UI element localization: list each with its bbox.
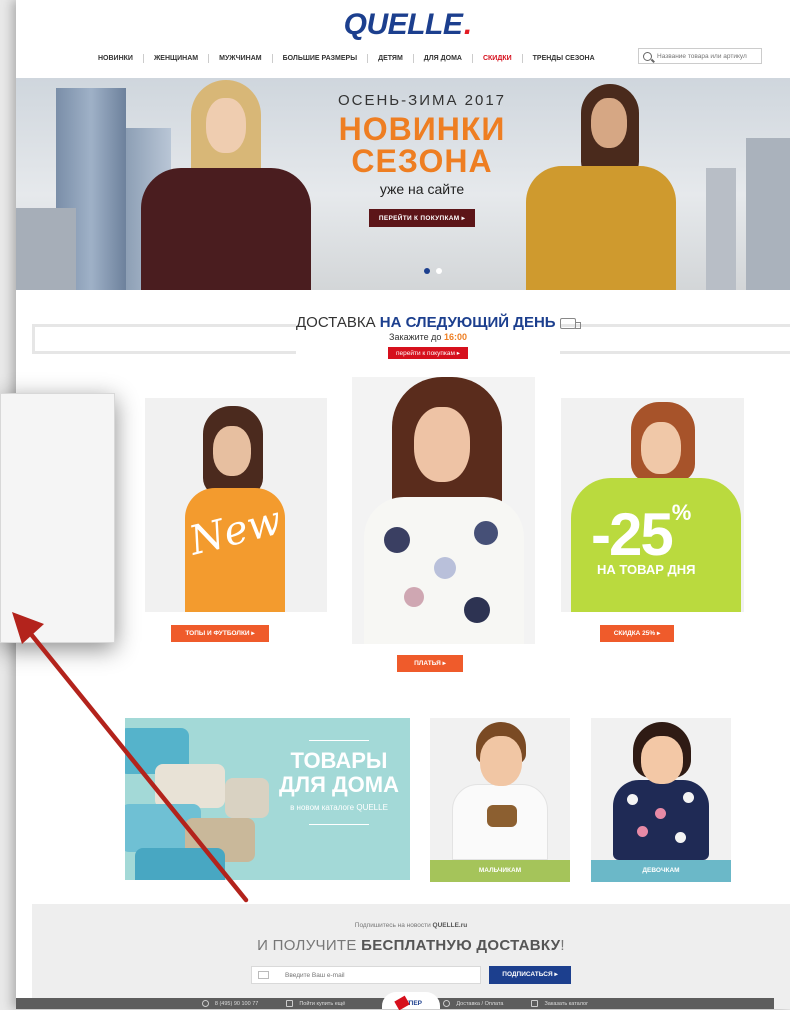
sale-percentage: -25% [591,500,691,568]
skyline-tower [746,138,790,290]
hero-kicker: ОСЕНЬ-ЗИМА 2017 [337,92,507,109]
subscribe-button[interactable]: ПОДПИСАТЬСЯ ▸ [489,966,571,984]
bottom-order-link[interactable]: Пойти купить ещё [272,1000,359,1007]
sale-button[interactable]: СКИДКА 25% ▸ [600,625,674,642]
hero-subtitle: уже на сайте [379,181,465,197]
nav-item-sale[interactable]: СКИДКИ [473,53,523,63]
nav-item-new[interactable]: НОВИНКИ [88,53,144,63]
main-nav: НОВИНКИ ЖЕНЩИНАМ МУЖЧИНАМ БОЛЬШИЕ РАЗМЕР… [88,50,605,66]
sale-tile[interactable]: -25% НА ТОВАР ДНЯ [561,398,744,612]
skyline-tower [16,208,76,290]
globe-icon [443,1000,451,1007]
nav-item-plus-sizes[interactable]: БОЛЬШИЕ РАЗМЕРЫ [273,53,369,63]
home-goods-tile[interactable]: ТОВАРЫ ДЛЯ ДОМА в новом каталоге QUELLE [125,718,410,880]
bottom-delivery-link[interactable]: Доставка / Оплата [429,1000,517,1007]
dresses-button[interactable]: ПЛАТЬЯ ▸ [397,655,463,672]
bottom-phone[interactable]: 8 (495) 90 100 77 [188,1000,272,1007]
mail-icon [258,971,269,979]
hero-text: ОСЕНЬ-ЗИМА 2017 НОВИНКИ СЕЗОНА уже на са… [322,92,522,227]
quelle-homepage: QUELLE. НОВИНКИ ЖЕНЩИНАМ МУЖЧИНАМ БОЛЬШИ… [16,0,790,1009]
boys-label[interactable]: МАЛЬЧИКАМ [430,860,570,882]
hero-banner[interactable]: ОСЕНЬ-ЗИМА 2017 НОВИНКИ СЕЗОНА уже на са… [16,78,790,290]
email-field[interactable] [251,966,481,984]
hero-model-right [516,78,686,290]
popup-panel[interactable] [0,393,115,643]
delivery-title: ДОСТАВКА НА СЛЕДУЮЩИЙ ДЕНЬ [296,314,581,331]
newsletter-kicker: Подпишитесь на новости QUELLE.ru [354,922,468,929]
hero-model-left [136,78,316,290]
super-price-badge[interactable]: СУПЕР [382,992,440,1010]
home-goods-text: ТОВАРЫ ДЛЯ ДОМА в новом каталоге QUELLE [269,740,409,825]
search-icon[interactable] [643,51,652,61]
home-goods-title: ТОВАРЫ ДЛЯ ДОМА [278,748,400,797]
phone-icon [201,1000,209,1007]
truck-icon [559,317,581,329]
email-input[interactable] [285,971,465,979]
nav-item-kids[interactable]: ДЕТЯМ [368,53,414,63]
delivery-deadline: Закажите до 16:00 [389,332,467,342]
skyline-tower [706,168,736,290]
tops-tile[interactable]: New [145,398,327,612]
hero-slider-dots [424,268,442,274]
delivery-shop-button[interactable]: перейти к покупкам ▸ [387,347,469,359]
slider-dot[interactable] [424,268,430,274]
nav-item-men[interactable]: МУЖЧИНАМ [209,53,273,63]
sale-caption: НА ТОВАР ДНЯ [597,562,696,577]
newsletter-title: И ПОЛУЧИТЕ БЕСПЛАТНУЮ ДОСТАВКУ! [257,937,565,954]
dresses-tile[interactable] [352,377,535,644]
nav-item-home[interactable]: ДЛЯ ДОМА [414,53,473,63]
newsletter-form: ПОДПИСАТЬСЯ ▸ [32,966,790,984]
hero-title: НОВИНКИ СЕЗОНА [338,111,506,179]
search-box[interactable] [638,48,762,64]
delivery-banner: ДОСТАВКА НА СЛЕДУЮЩИЙ ДЕНЬ Закажите до 1… [296,304,581,366]
girls-tile[interactable]: ДЕВОЧКАМ [591,718,731,882]
nav-item-women[interactable]: ЖЕНЩИНАМ [144,53,210,63]
catalog-icon [531,1000,539,1007]
nav-item-trends[interactable]: ТРЕНДЫ СЕЗОНА [523,54,605,63]
slider-dot[interactable] [436,268,442,274]
hero-shop-button[interactable]: ПЕРЕЙТИ К ПОКУПКАМ ▸ [368,209,476,227]
girls-label[interactable]: ДЕВОЧКАМ [591,860,731,882]
price-tag-icon [394,995,410,1010]
cart-icon [286,1000,294,1007]
quelle-logo[interactable]: QUELLE. [16,8,790,42]
bottom-catalog-link[interactable]: Заказать каталог [517,1000,602,1007]
home-goods-subtitle: в новом каталоге QUELLE [290,803,388,812]
tops-button[interactable]: ТОПЫ И ФУТБОЛКИ ▸ [171,625,269,642]
search-input[interactable] [657,52,757,60]
boys-tile[interactable]: МАЛЬЧИКАМ [430,718,570,882]
